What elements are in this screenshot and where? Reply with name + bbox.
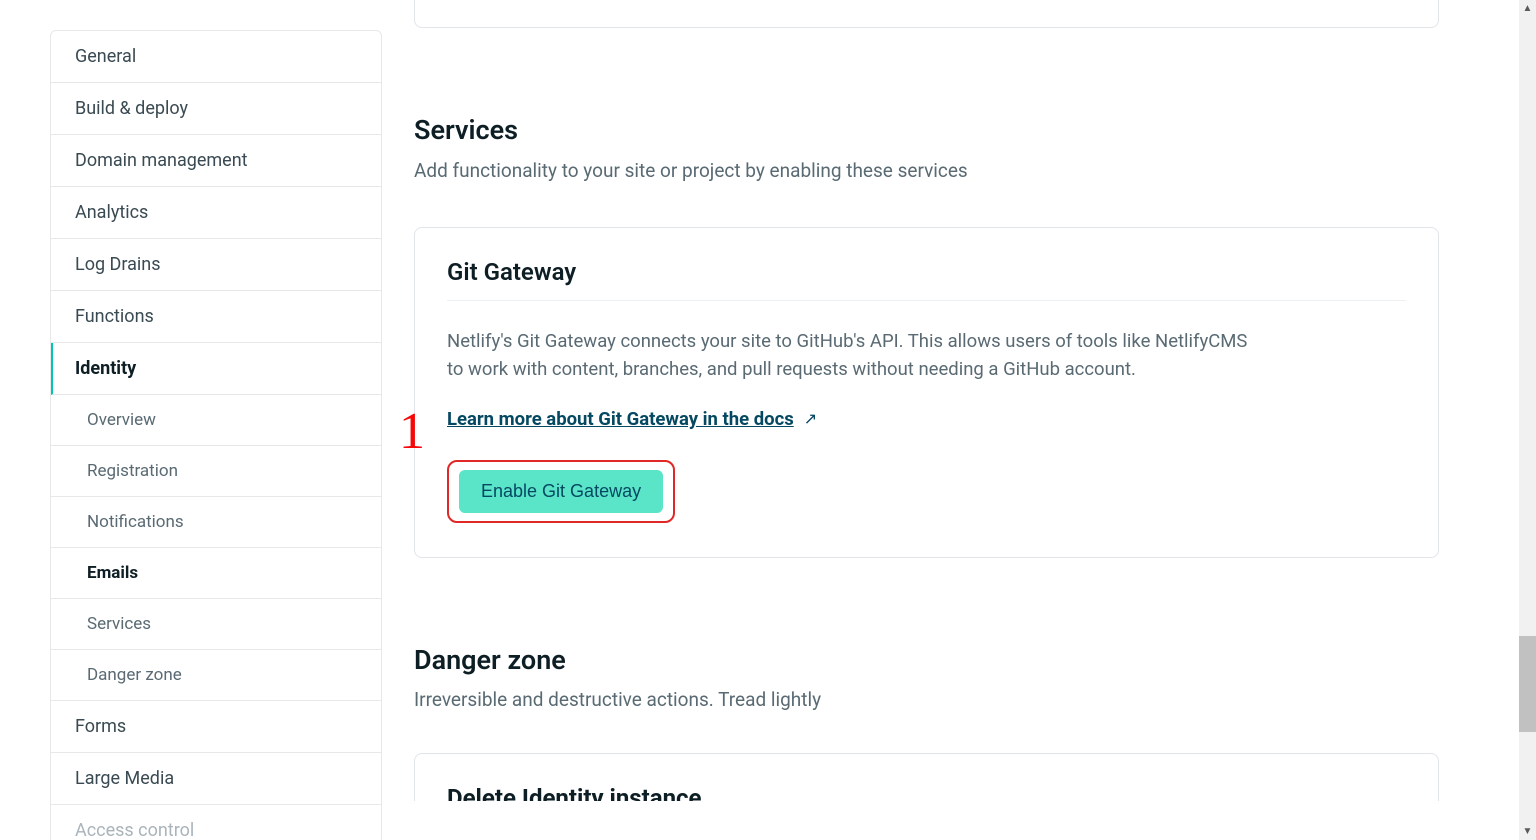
sidebar-item-functions[interactable]: Functions: [51, 291, 381, 343]
page-layout: General Build & deploy Domain management…: [0, 0, 1519, 840]
sidebar-item-large-media[interactable]: Large Media: [51, 753, 381, 805]
git-gateway-title: Git Gateway: [447, 258, 1406, 301]
delete-identity-title: Delete Identity instance: [447, 784, 1406, 801]
sidebar-item-access-control[interactable]: Access control: [51, 805, 381, 840]
sidebar-item-analytics[interactable]: Analytics: [51, 187, 381, 239]
scrollbar-down-arrow-icon[interactable]: ▼: [1519, 823, 1536, 840]
vertical-scrollbar[interactable]: ▲ ▼: [1519, 0, 1536, 840]
sidebar-item-domain-management[interactable]: Domain management: [51, 135, 381, 187]
sidebar-item-identity[interactable]: Identity: [51, 343, 381, 395]
sidebar-item-general[interactable]: General: [51, 31, 381, 83]
sidebar-subitem-registration[interactable]: Registration: [51, 446, 381, 497]
sidebar-item-build-deploy[interactable]: Build & deploy: [51, 83, 381, 135]
delete-identity-card: Delete Identity instance: [414, 753, 1439, 801]
scrollbar-up-arrow-icon[interactable]: ▲: [1519, 0, 1536, 17]
main-content: Services Add functionality to your site …: [382, 0, 1519, 801]
sidebar-item-log-drains[interactable]: Log Drains: [51, 239, 381, 291]
sidebar-subitem-notifications[interactable]: Notifications: [51, 497, 381, 548]
danger-zone-description: Irreversible and destructive actions. Tr…: [414, 688, 1439, 711]
services-section-description: Add functionality to your site or projec…: [414, 158, 1439, 185]
annotation-highlight-box: 1 Enable Git Gateway: [447, 460, 675, 523]
settings-sidebar: General Build & deploy Domain management…: [50, 30, 382, 840]
external-link-icon: ↗: [804, 409, 817, 428]
scrollbar-thumb[interactable]: [1519, 636, 1536, 732]
git-gateway-card: Git Gateway Netlify's Git Gateway connec…: [414, 227, 1439, 558]
git-gateway-description: Netlify's Git Gateway connects your site…: [447, 327, 1267, 384]
git-gateway-docs-link[interactable]: Learn more about Git Gateway in the docs: [447, 408, 794, 430]
sidebar-subitem-danger-zone[interactable]: Danger zone: [51, 650, 381, 701]
danger-zone-title: Danger zone: [414, 644, 1439, 676]
previous-card-edge: [414, 0, 1439, 28]
sidebar-subitem-services[interactable]: Services: [51, 599, 381, 650]
sidebar-subitem-overview[interactable]: Overview: [51, 395, 381, 446]
git-gateway-learn-more-row: Learn more about Git Gateway in the docs…: [447, 408, 1406, 430]
annotation-number: 1: [399, 402, 425, 461]
services-section-title: Services: [414, 114, 1439, 146]
enable-git-gateway-button[interactable]: Enable Git Gateway: [459, 470, 663, 513]
sidebar-subitem-emails[interactable]: Emails: [51, 548, 381, 599]
sidebar-item-forms[interactable]: Forms: [51, 701, 381, 753]
